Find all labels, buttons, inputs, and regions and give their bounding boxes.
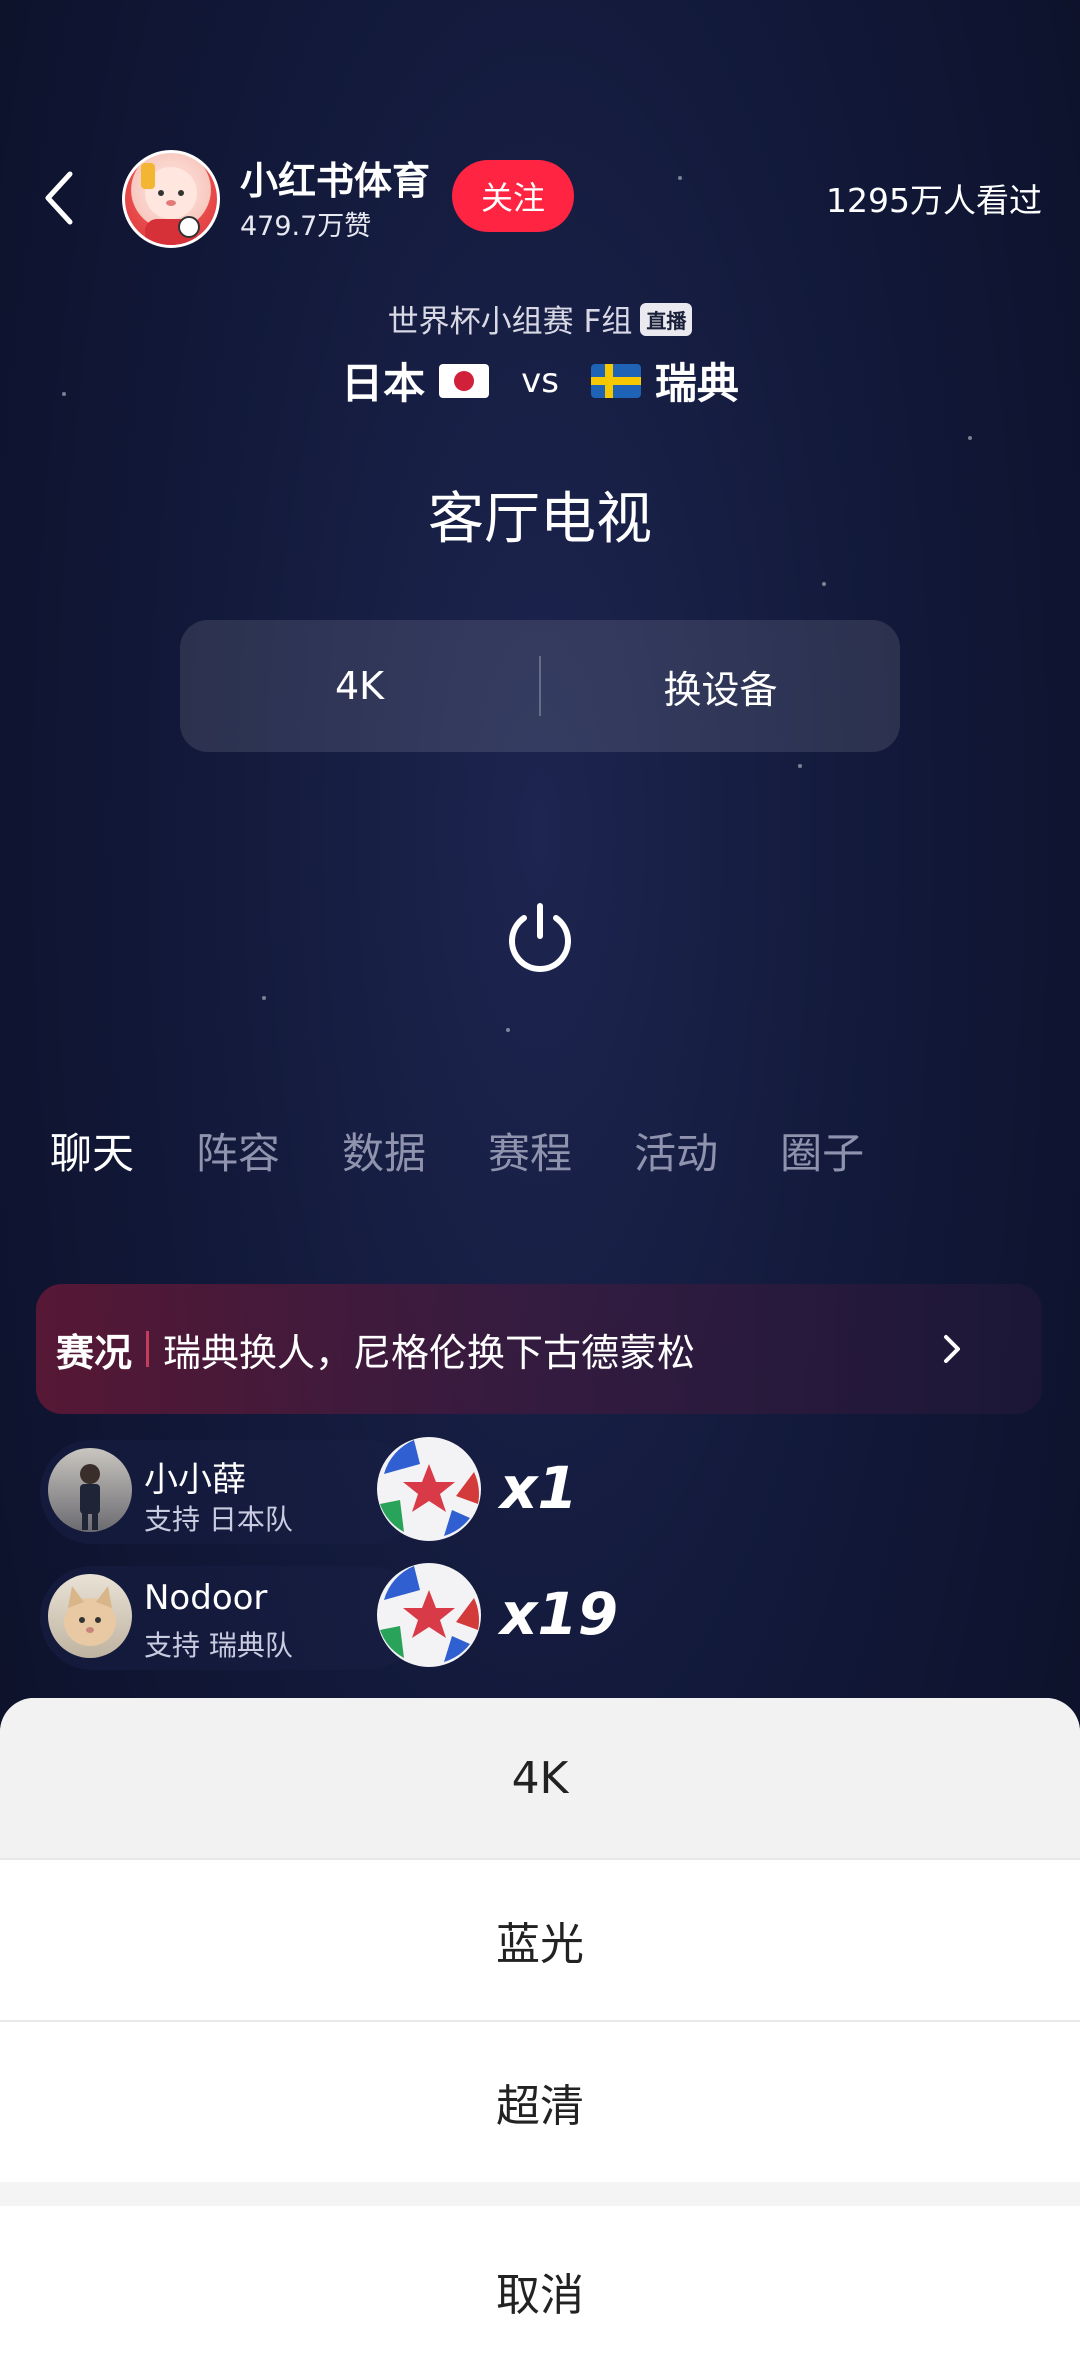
match-update-separator: [146, 1331, 150, 1367]
background-star: [262, 996, 266, 1000]
sweden-flag-icon: [590, 363, 641, 398]
soccer-ball-gift-icon: [377, 1437, 481, 1541]
quality-option-bluray[interactable]: 蓝光: [0, 1860, 1080, 2020]
japan-flag-icon: [439, 363, 490, 398]
account-avatar[interactable]: [122, 150, 220, 248]
quality-selection-sheet: 4K 蓝光 超清 取消: [0, 1698, 1080, 2376]
gift-count: x19: [500, 1580, 619, 1648]
gift-message: 小小薛 支持 日本队: [40, 1440, 420, 1544]
quality-option-4k[interactable]: 4K: [0, 1698, 1080, 1858]
match-update-tag: 赛况: [56, 1330, 133, 1375]
user-avatar[interactable]: [48, 1448, 132, 1532]
soccer-ball-gift-icon: [377, 1563, 481, 1667]
gift-user-support: 支持 瑞典队: [144, 1629, 293, 1662]
background-star: [506, 1028, 510, 1032]
quality-button[interactable]: 4K: [180, 664, 539, 708]
background-star: [822, 582, 826, 586]
cast-control-bar: 4K 换设备: [180, 620, 900, 752]
gift-message: Nodoor 支持 瑞典队: [40, 1566, 420, 1670]
gift-count: x1: [500, 1454, 578, 1522]
account-name[interactable]: 小红书体育: [240, 150, 430, 205]
cancel-button[interactable]: 取消: [0, 2206, 1080, 2376]
viewer-count: 1295万人看过: [826, 181, 1042, 220]
match-teams: 日本 vs 瑞典: [0, 350, 1080, 411]
follow-button[interactable]: 关注: [452, 160, 574, 232]
tab-bar: 聊天 阵容 数据 赛程 活动 圈子: [50, 1120, 864, 1181]
background-star: [678, 176, 682, 180]
tab-events[interactable]: 活动: [634, 1120, 718, 1181]
gift-user-name: 小小薛: [144, 1460, 246, 1500]
power-icon[interactable]: [502, 900, 578, 976]
quality-option-hd[interactable]: 超清: [0, 2022, 1080, 2182]
switch-device-button[interactable]: 换设备: [541, 659, 900, 714]
vs-label: vs: [521, 360, 559, 401]
gift-user-support: 支持 日本队: [144, 1503, 293, 1536]
match-update-banner[interactable]: 赛况 瑞典换人，尼格伦换下古德蒙松: [36, 1284, 1042, 1414]
tab-stats[interactable]: 数据: [342, 1120, 426, 1181]
cast-device-name: 客厅电视: [428, 487, 652, 552]
likes-count: 479.7万赞: [240, 211, 372, 242]
chevron-right-icon: [944, 1335, 960, 1363]
tab-community[interactable]: 圈子: [780, 1120, 864, 1181]
back-arrow-icon[interactable]: [40, 168, 80, 228]
match-subtitle: 世界杯小组赛 F组 直播: [0, 296, 1080, 341]
gift-user-name: Nodoor: [144, 1578, 268, 1618]
person-photo-icon: [80, 1464, 100, 1530]
team-home: 日本: [341, 359, 426, 408]
cat-photo-icon: [64, 1586, 116, 1646]
cartoon-avatar-icon: [141, 163, 200, 245]
tab-chat[interactable]: 聊天: [50, 1120, 134, 1181]
tab-schedule[interactable]: 赛程: [488, 1120, 572, 1181]
background-star: [968, 436, 972, 440]
user-avatar[interactable]: [48, 1574, 132, 1658]
background-star: [798, 764, 802, 768]
live-badge: 直播: [640, 303, 693, 336]
match-stage: 世界杯小组赛 F组: [387, 304, 633, 340]
tab-lineup[interactable]: 阵容: [196, 1120, 280, 1181]
team-away: 瑞典: [654, 359, 739, 408]
match-update-text: 瑞典换人，尼格伦换下古德蒙松: [163, 1330, 696, 1375]
